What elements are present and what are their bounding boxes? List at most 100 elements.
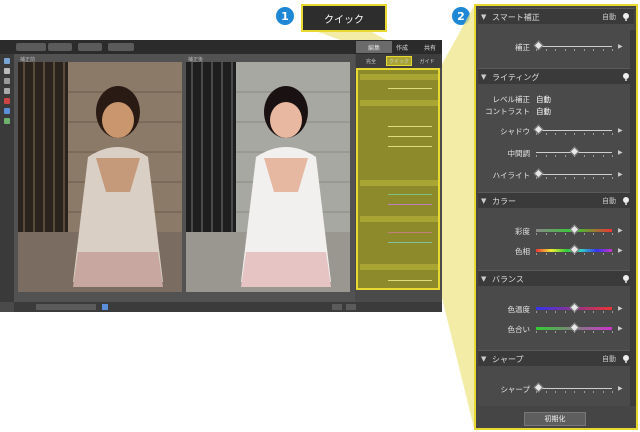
smart-fix-label: 補正 [515,43,530,52]
slider-knob[interactable] [533,168,543,179]
healing-tool-icon[interactable] [4,118,10,124]
slider-tick [574,331,575,333]
slider-tick [564,331,566,333]
slider-tick [593,49,594,51]
mini-section-header [360,74,438,80]
mini-section-header [360,180,438,186]
lightbulb-icon[interactable] [622,12,630,22]
panel-scrollbar[interactable] [630,30,636,406]
slider-tick [583,155,585,157]
collapse-triangle-icon[interactable]: ▼ [481,355,486,363]
highlights-label: ハイライト [492,171,530,180]
slider-tick [574,253,575,255]
top-button[interactable] [48,43,72,51]
reset-button[interactable]: 初期化 [524,412,586,426]
collapse-triangle-icon[interactable]: ▼ [481,275,486,283]
slider-arrow-icon[interactable]: ▶ [618,149,623,156]
brush-tool-icon[interactable] [4,108,10,114]
section-header-sharpen[interactable]: ▼ シャープ 自動 [478,350,634,366]
top-button[interactable] [108,43,134,51]
tab-guided[interactable]: ガイド [414,56,440,66]
section-header-balance[interactable]: ▼ バランス [478,270,634,286]
mini-slider [388,88,432,89]
slider-tick [574,49,575,51]
slider-tick [555,233,556,235]
collapse-triangle-icon[interactable]: ▼ [481,13,486,21]
slider-tick [536,155,537,157]
auto-button[interactable]: 自動 [602,196,616,206]
smart-fix-slider[interactable] [533,40,613,51]
section-title: シャープ [492,355,524,364]
hand-tool-icon[interactable] [4,68,10,74]
slider-arrow-icon[interactable]: ▶ [618,227,623,234]
tab-quick[interactable]: クイック [386,56,412,66]
slider-tick [555,155,556,157]
section-header-lighting[interactable]: ▼ ライティング [478,68,634,84]
highlights-slider[interactable] [533,168,613,179]
slider-arrow-icon[interactable]: ▶ [618,305,623,312]
collapse-triangle-icon[interactable]: ▼ [481,197,486,205]
slider-tick [602,155,604,157]
mini-section-header [360,100,438,106]
slider-tick [612,49,613,51]
slider-tick [536,133,537,135]
slider-tick [555,49,556,51]
slider-tick [545,233,547,235]
saturation-slider[interactable] [536,224,613,235]
mini-slider [388,232,432,233]
tint-slider[interactable] [536,322,613,333]
slider-arrow-icon[interactable]: ▶ [618,385,623,392]
slider-tick [536,253,537,255]
slider-arrow-icon[interactable]: ▶ [618,43,623,50]
zoom-field[interactable] [332,304,342,310]
after-photo [186,62,350,292]
slider-knob[interactable] [533,40,543,51]
section-body-sharpen: シャープ ▶ [478,366,634,406]
slider-arrow-icon[interactable]: ▶ [618,127,623,134]
zoom-menu[interactable] [346,304,356,310]
slider-tick [555,391,556,393]
top-button[interactable] [78,43,102,51]
tab-full[interactable]: 完全 [358,56,384,66]
slider-tick [583,331,585,333]
slider-arrow-icon[interactable]: ▶ [618,171,623,178]
temperature-slider[interactable] [536,302,613,313]
selection-tool-icon[interactable] [4,78,10,84]
auto-button[interactable]: 自動 [602,354,616,364]
mini-slider [388,194,432,195]
slider-tick [574,133,575,135]
zoom-tool-icon[interactable] [4,58,10,64]
sharpen-slider[interactable] [533,382,613,393]
slider-arrow-icon[interactable]: ▶ [618,247,623,254]
hue-slider[interactable] [536,244,613,255]
top-button[interactable] [16,43,46,51]
lightbulb-icon[interactable] [622,274,630,284]
auto-button[interactable]: 自動 [602,12,616,22]
mini-slider [388,242,432,243]
lightbulb-icon[interactable] [622,72,630,82]
slider-tick [536,331,537,333]
section-header-smart-fix[interactable]: ▼ スマート補正 自動 [478,8,634,24]
slider-knob[interactable] [533,382,543,393]
section-header-color[interactable]: ▼ カラー 自動 [478,192,634,208]
midtones-label: 中間調 [507,149,531,158]
slider-tick [583,311,585,313]
slider-knob[interactable] [533,124,543,135]
slider-tick [545,49,547,51]
lightbulb-icon[interactable] [622,196,630,206]
slider-tick [545,155,547,157]
collapse-triangle-icon[interactable]: ▼ [481,73,486,81]
slider-arrow-icon[interactable]: ▶ [618,325,623,332]
lightbulb-icon[interactable] [622,354,630,364]
crop-tool-icon[interactable] [4,88,10,94]
section-body-balance: 色温度 ▶ 色合い ▶ [478,286,634,350]
view-dropdown[interactable] [36,304,96,310]
slider-tick [564,177,566,179]
slider-tick [612,331,613,333]
mode-tab-share[interactable]: 共有 [412,41,448,53]
rotate-icon[interactable] [102,304,108,310]
red-eye-tool-icon[interactable] [4,98,10,104]
midtones-slider[interactable] [536,146,613,157]
shadows-slider[interactable] [533,124,613,135]
quick-fix-panel-thumbnail [356,68,440,290]
